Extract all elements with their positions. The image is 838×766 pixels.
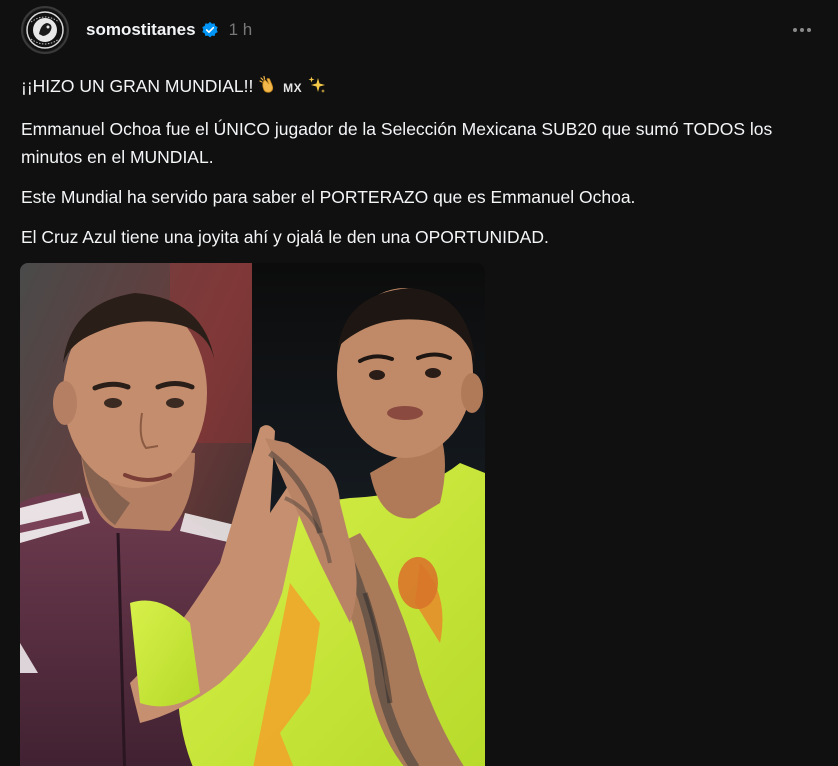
mexico-flag-label: MX [283, 81, 303, 95]
headline-text: ¡¡HIZO UN GRAN MUNDIAL!! [21, 76, 254, 96]
post-image[interactable] [20, 263, 485, 766]
avatar[interactable] [21, 6, 69, 54]
username[interactable]: somostitanes [86, 20, 196, 40]
clapping-hands-icon [258, 75, 278, 103]
titanes-logo-icon [24, 9, 66, 51]
sparkles-icon [307, 75, 327, 103]
post-header: somostitanes 1 h [21, 6, 818, 54]
post-text: ¡¡HIZO UN GRAN MUNDIAL!! MX Emmanuel Och… [21, 72, 811, 263]
verified-badge-icon [201, 21, 219, 39]
paragraph-2: Este Mundial ha servido para saber el PO… [21, 187, 636, 207]
more-dot [807, 28, 811, 32]
thread-post: somostitanes 1 h ¡¡HIZO UN GRAN MUNDIAL!… [0, 0, 838, 766]
more-options-button[interactable] [790, 18, 814, 42]
more-dot [793, 28, 797, 32]
timestamp[interactable]: 1 h [229, 20, 253, 40]
paragraph-3: El Cruz Azul tiene una joyita ahí y ojal… [21, 227, 549, 247]
headline: ¡¡HIZO UN GRAN MUNDIAL!! MX [21, 72, 811, 103]
more-dot [800, 28, 804, 32]
paragraph-1: Emmanuel Ochoa fue el ÚNICO jugador de l… [21, 119, 773, 167]
players-photo [20, 263, 485, 766]
